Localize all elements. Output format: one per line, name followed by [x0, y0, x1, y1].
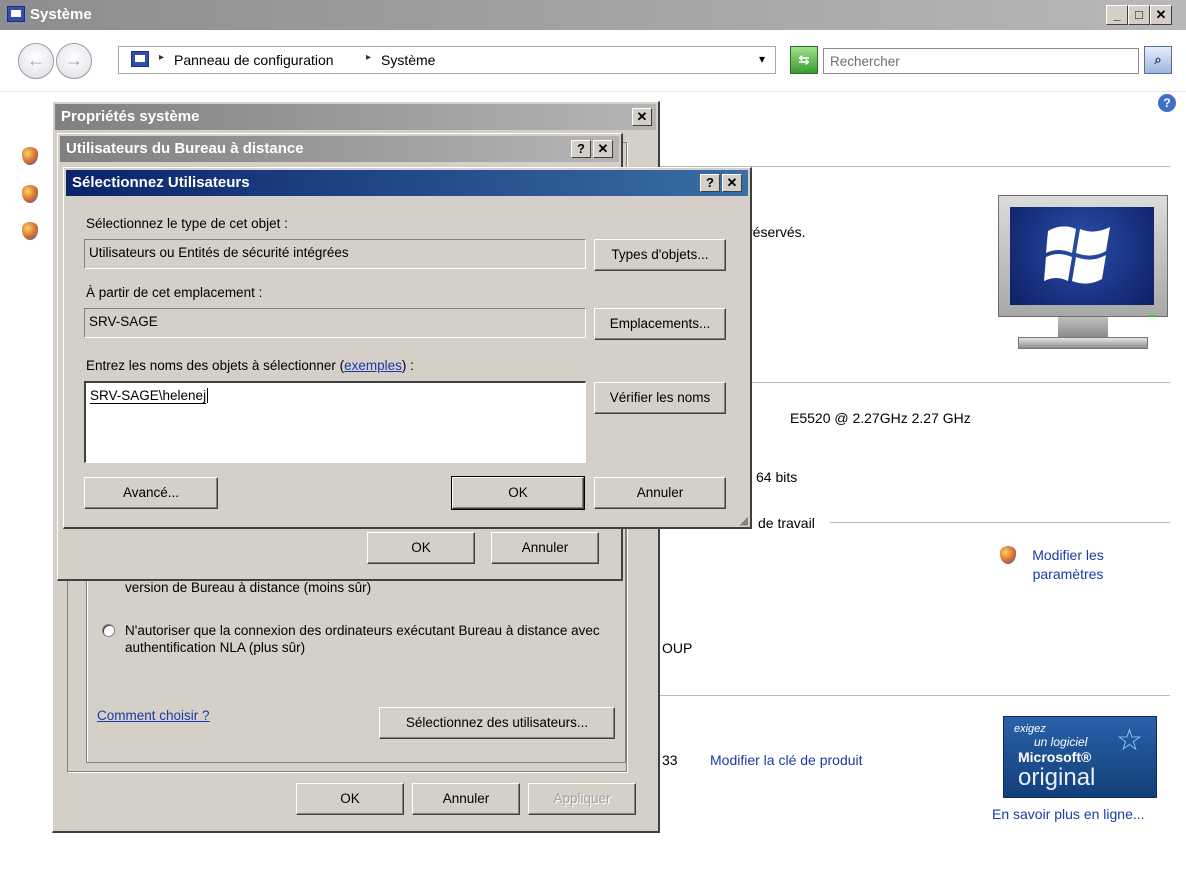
select-users-dialog: Sélectionnez Utilisateurs ? ✕ Sélectionn… — [63, 167, 752, 529]
windows-flag-icon — [1044, 226, 1110, 284]
resize-grip-icon[interactable]: ◢ — [740, 514, 748, 527]
refresh-icon[interactable]: ⇆ — [790, 46, 818, 74]
badge-text: exigez — [1014, 723, 1046, 735]
badge-text: un logiciel — [1034, 735, 1088, 749]
breadcrumb-separator-icon: ▸ — [366, 52, 372, 63]
location-field: SRV-SAGE — [84, 308, 586, 338]
minimize-button[interactable]: _ — [1106, 5, 1128, 25]
object-types-button[interactable]: Types d'objets... — [594, 239, 726, 271]
close-button[interactable]: ✕ — [1150, 5, 1172, 25]
select-users-button[interactable]: Sélectionnez des utilisateurs... — [379, 707, 615, 739]
dialog-title: Propriétés système — [61, 108, 200, 125]
ok-button[interactable]: OK — [451, 476, 585, 510]
radio-nla-only-label: N'autoriser que la connexion des ordinat… — [125, 623, 600, 655]
processor-value: E5520 @ 2.27GHz 2.27 GHz — [790, 410, 971, 426]
search-input[interactable]: Rechercher — [823, 48, 1139, 74]
cancel-button[interactable]: Annuler — [594, 477, 726, 509]
forward-arrow-icon[interactable]: → — [56, 43, 92, 79]
object-names-label: Entrez les noms des objets à sélectionne… — [86, 358, 414, 373]
system-type-value: 64 bits — [756, 469, 798, 485]
badge-text: original — [1018, 764, 1096, 791]
modify-settings-link[interactable]: Modifier les paramètres — [1018, 546, 1118, 584]
object-type-field: Utilisateurs ou Entités de sécurité inté… — [84, 239, 586, 269]
address-dropdown-icon[interactable]: ▾ — [759, 52, 765, 66]
advanced-button[interactable]: Avancé... — [84, 477, 218, 509]
dialog-title: Sélectionnez Utilisateurs — [72, 174, 250, 191]
search-placeholder: Rechercher — [830, 54, 900, 69]
breadcrumb-control-panel[interactable]: Panneau de configuration — [174, 52, 334, 68]
object-names-label-prefix: Entrez les noms des objets à sélectionne… — [86, 358, 345, 373]
dialog-title-bar: Propriétés système ✕ — [55, 104, 656, 130]
window-title: Système — [30, 6, 92, 23]
copyright-text: réservés. — [748, 224, 806, 240]
help-icon[interactable]: ? — [1158, 94, 1176, 112]
location-label: À partir de cet emplacement : — [86, 285, 263, 300]
dialog-title-bar: Utilisateurs du Bureau à distance ? ✕ — [60, 136, 619, 162]
control-panel-icon — [131, 51, 149, 67]
star-icon: ☆ — [1116, 724, 1143, 757]
close-button[interactable]: ✕ — [722, 174, 742, 192]
product-id-value: 33 — [662, 752, 678, 768]
help-button[interactable]: ? — [700, 174, 720, 192]
shield-icon — [22, 222, 38, 240]
cancel-button[interactable]: Annuler — [412, 783, 520, 815]
how-to-choose-link[interactable]: Comment choisir ? — [97, 708, 210, 723]
object-names-textarea[interactable]: SRV-SAGE\helenej — [84, 381, 586, 463]
cancel-button[interactable]: Annuler — [491, 532, 599, 564]
shield-icon — [22, 185, 38, 203]
workgroup-value: OUP — [662, 640, 693, 656]
window-title-bar: Système _ □ ✕ — [0, 0, 1186, 30]
change-product-key-link[interactable]: Modifier la clé de produit — [710, 752, 863, 768]
genuine-microsoft-badge[interactable]: exigez un logiciel Microsoft® original ☆ — [1003, 716, 1157, 798]
radio-nla-only[interactable] — [102, 624, 115, 637]
check-names-button[interactable]: Vérifier les noms — [594, 382, 726, 414]
windows-logo-monitor-image — [998, 195, 1168, 360]
badge-text: Microsoft® — [1018, 749, 1092, 765]
help-button[interactable]: ? — [571, 140, 591, 158]
examples-link[interactable]: exemples — [344, 358, 402, 373]
apply-button[interactable]: Appliquer — [528, 783, 636, 815]
address-bar[interactable]: ▸ Panneau de configuration ▸ Système ▾ — [118, 46, 776, 74]
close-button[interactable]: ✕ — [593, 140, 613, 158]
shield-icon — [1000, 546, 1016, 564]
search-icon[interactable]: ⌕ — [1144, 46, 1172, 74]
radio-option-less-secure-label: version de Bureau à distance (moins sûr) — [125, 580, 372, 595]
separator — [660, 695, 1170, 696]
breadcrumb-separator-icon: ▸ — [159, 52, 165, 63]
locations-button[interactable]: Emplacements... — [594, 308, 726, 340]
back-arrow-icon[interactable]: ← — [18, 43, 54, 79]
close-button[interactable]: ✕ — [632, 108, 652, 126]
object-names-label-suffix: ) : — [401, 358, 414, 373]
workgroup-section-header: de travail — [758, 515, 815, 531]
ok-button[interactable]: OK — [367, 532, 475, 564]
object-type-label: Sélectionnez le type de cet objet : — [86, 216, 288, 231]
maximize-button[interactable]: □ — [1128, 5, 1150, 25]
shield-icon — [22, 147, 38, 165]
separator — [830, 522, 1170, 523]
ok-button[interactable]: OK — [296, 783, 404, 815]
system-icon — [7, 6, 25, 22]
learn-more-online-link[interactable]: En savoir plus en ligne... — [992, 806, 1145, 822]
object-names-value: SRV-SAGE\helenej — [90, 388, 207, 404]
dialog-title: Utilisateurs du Bureau à distance — [66, 140, 304, 157]
breadcrumb-system[interactable]: Système — [381, 52, 435, 68]
dialog-title-bar: Sélectionnez Utilisateurs ? ✕ — [66, 170, 748, 196]
